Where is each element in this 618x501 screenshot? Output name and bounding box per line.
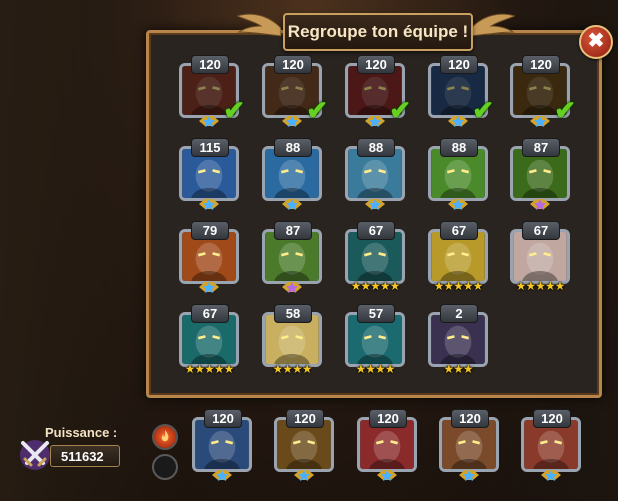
hero-level: 88 xyxy=(357,138,395,157)
fire-toggle-button[interactable] xyxy=(152,424,178,450)
hero-stars: ★★★★ xyxy=(272,362,312,376)
roster-hero-card[interactable]: 88 xyxy=(260,138,324,210)
roster-hero-card[interactable]: 79 xyxy=(177,221,241,293)
check-icon: ✔ xyxy=(223,95,245,125)
hero-stars: ★★★★★ xyxy=(515,279,566,293)
check-icon: ✔ xyxy=(306,95,328,125)
hero-stars: ★★★★★ xyxy=(184,362,235,376)
hero-level: 120 xyxy=(357,55,395,74)
hero-level: 115 xyxy=(191,138,229,157)
hero-level: 2 xyxy=(440,304,478,323)
roster-hero-card[interactable]: 67 ★★★★★ xyxy=(508,221,572,293)
hero-stars: ★★★★★ xyxy=(350,279,401,293)
close-button[interactable]: ✖ xyxy=(579,25,613,59)
check-icon: ✔ xyxy=(389,95,411,125)
hero-level: 88 xyxy=(274,138,312,157)
hero-star-emblem-icon xyxy=(377,470,397,481)
hero-level: 120 xyxy=(204,409,242,428)
check-icon: ✔ xyxy=(472,95,494,125)
hero-level: 67 xyxy=(522,221,560,240)
hero-level: 67 xyxy=(357,221,395,240)
hero-star-emblem-icon xyxy=(282,282,302,293)
flame-icon xyxy=(161,430,169,442)
roster-hero-card[interactable]: 88 xyxy=(426,138,490,210)
power-label: Puissance : xyxy=(45,425,118,440)
hero-level: 120 xyxy=(522,55,560,74)
power-value: 511632 xyxy=(50,445,120,467)
roster-hero-card[interactable]: 57 ★★★★ xyxy=(343,304,407,376)
hero-level: 120 xyxy=(191,55,229,74)
team-hero-slot[interactable]: 120 xyxy=(272,409,336,481)
empty-toggle-button[interactable] xyxy=(152,454,178,480)
roster-hero-card[interactable]: 120 ✔ xyxy=(508,55,576,127)
hero-level: 57 xyxy=(357,304,395,323)
hero-star-emblem-icon xyxy=(530,116,550,127)
hero-level: 120 xyxy=(533,409,571,428)
hero-level: 58 xyxy=(274,304,312,323)
roster-hero-card[interactable]: 120 ✔ xyxy=(260,55,328,127)
hero-star-emblem-icon xyxy=(212,470,232,481)
check-icon: ✔ xyxy=(554,95,576,125)
roster-hero-card[interactable]: 67 ★★★★★ xyxy=(426,221,490,293)
hero-star-emblem-icon xyxy=(365,199,385,210)
hero-stars: ★★★ xyxy=(443,362,473,376)
hero-level: 88 xyxy=(440,138,478,157)
hero-star-emblem-icon xyxy=(282,116,302,127)
hero-star-emblem-icon xyxy=(199,116,219,127)
hero-level: 87 xyxy=(274,221,312,240)
hero-level: 120 xyxy=(274,55,312,74)
hero-star-emblem-icon xyxy=(199,199,219,210)
hero-star-emblem-icon xyxy=(448,116,468,127)
roster-hero-card[interactable]: 120 ✔ xyxy=(343,55,411,127)
roster-hero-card[interactable]: 120 ✔ xyxy=(426,55,494,127)
hero-level: 120 xyxy=(286,409,324,428)
roster-hero-card[interactable]: 88 xyxy=(343,138,407,210)
roster-hero-card[interactable]: 87 xyxy=(508,138,572,210)
roster-hero-card[interactable]: 87 xyxy=(260,221,324,293)
right-wing-ornament xyxy=(471,13,515,37)
roster-hero-card[interactable]: 2 ★★★ xyxy=(426,304,490,376)
hero-star-emblem-icon xyxy=(199,282,219,293)
roster-hero-card[interactable]: 115 xyxy=(177,138,241,210)
team-hero-slot[interactable]: 120 xyxy=(519,409,583,481)
roster-hero-card[interactable]: 67 ★★★★★ xyxy=(343,221,407,293)
hero-level: 67 xyxy=(440,221,478,240)
hero-star-emblem-icon xyxy=(294,470,314,481)
team-hero-slot[interactable]: 120 xyxy=(437,409,501,481)
hero-star-emblem-icon xyxy=(448,199,468,210)
hero-star-emblem-icon xyxy=(530,199,550,210)
page-title: Regroupe ton équipe ! xyxy=(283,13,473,51)
hero-stars: ★★★★ xyxy=(355,362,395,376)
hero-level: 120 xyxy=(369,409,407,428)
hero-star-emblem-icon xyxy=(541,470,561,481)
crossed-swords-icon xyxy=(20,440,50,470)
team-hero-slot[interactable]: 120 xyxy=(190,409,254,481)
hero-stars: ★★★★★ xyxy=(433,279,484,293)
roster-hero-card[interactable]: 67 ★★★★★ xyxy=(177,304,241,376)
roster-hero-card[interactable]: 58 ★★★★ xyxy=(260,304,324,376)
hero-level: 67 xyxy=(191,304,229,323)
hero-star-emblem-icon xyxy=(282,199,302,210)
close-icon: ✖ xyxy=(587,30,605,52)
team-hero-slot[interactable]: 120 xyxy=(355,409,419,481)
left-wing-ornament xyxy=(237,13,281,37)
hero-level: 120 xyxy=(440,55,478,74)
roster-hero-card[interactable]: 120 ✔ xyxy=(177,55,245,127)
hero-level: 87 xyxy=(522,138,560,157)
hero-level: 120 xyxy=(451,409,489,428)
hero-star-emblem-icon xyxy=(365,116,385,127)
hero-level: 79 xyxy=(191,221,229,240)
hero-star-emblem-icon xyxy=(459,470,479,481)
